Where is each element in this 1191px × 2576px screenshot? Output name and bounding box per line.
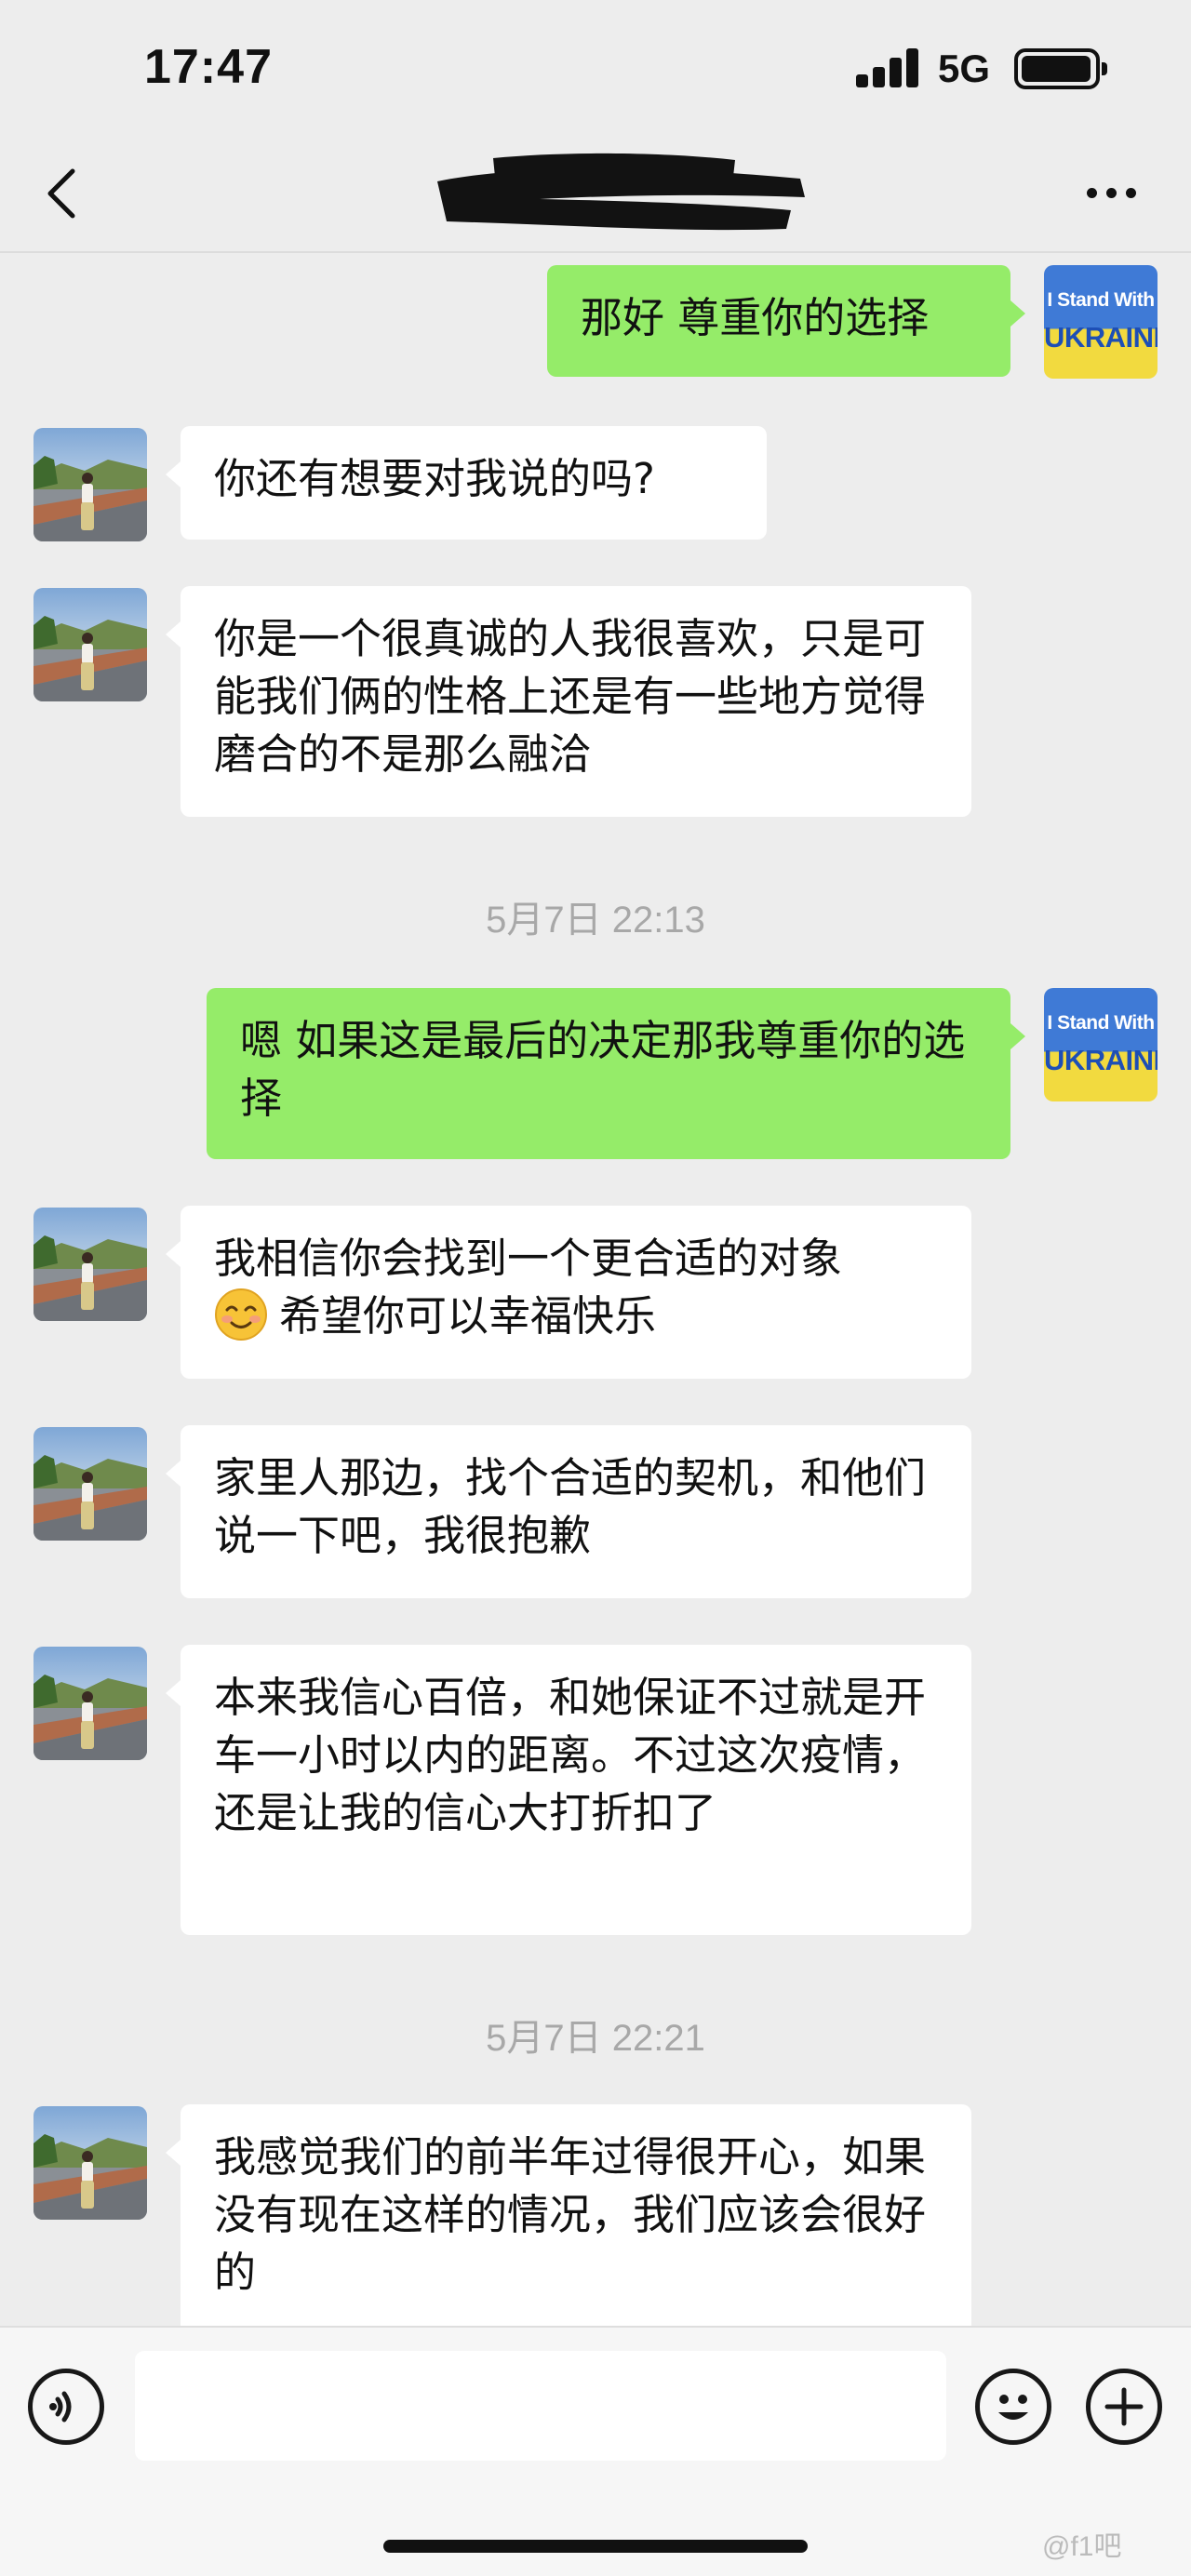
contact-avatar[interactable] bbox=[33, 428, 147, 541]
status-time: 17:47 bbox=[144, 40, 273, 94]
redaction-mark bbox=[437, 153, 805, 231]
message-bubble-outgoing[interactable]: 那好 尊重你的选择 bbox=[547, 265, 1025, 377]
plus-icon bbox=[1104, 2387, 1144, 2426]
contact-avatar[interactable] bbox=[33, 588, 147, 701]
avatar-text-line2: UKRAINE bbox=[1044, 1044, 1158, 1076]
message-bubble-incoming[interactable]: 我相信你会找到一个更合适的对象 希望你可以幸福快乐 bbox=[166, 1206, 971, 1379]
voice-icon bbox=[49, 2391, 72, 2423]
message-timestamp: 5月7日 22:21 bbox=[486, 2018, 705, 2059]
emoji-icon bbox=[998, 2395, 1028, 2420]
add-more-button[interactable] bbox=[1086, 2369, 1162, 2445]
my-avatar[interactable]: I Stand With UKRAINE bbox=[1044, 265, 1158, 379]
message-bubble-incoming[interactable]: 我感觉我们的前半年过得很开心，如果没有现在这样的情况，我们应该会很好的 bbox=[166, 2104, 971, 2337]
emoji-button[interactable] bbox=[975, 2369, 1051, 2445]
message-bubble-incoming[interactable]: 你还有想要对我说的吗? bbox=[166, 426, 767, 540]
message-timestamp: 5月7日 22:13 bbox=[486, 900, 705, 941]
message-text: 我相信你会找到一个更合适的对象 bbox=[214, 1234, 843, 1283]
smiling-face-emoji-icon bbox=[215, 1288, 267, 1341]
contact-photo-image bbox=[33, 428, 147, 541]
message-bubble-outgoing[interactable]: 嗯 如果这是最后的决定那我尊重你的选择 bbox=[207, 988, 1025, 1159]
contact-avatar[interactable] bbox=[33, 1427, 147, 1541]
contact-photo-image bbox=[33, 1647, 147, 1760]
avatar-text-line1: I Stand With bbox=[1047, 1012, 1155, 1034]
network-type: 5G bbox=[938, 47, 991, 90]
my-avatar[interactable]: I Stand With UKRAINE bbox=[1044, 988, 1158, 1101]
battery-icon bbox=[1014, 48, 1107, 89]
back-arrow-icon[interactable] bbox=[37, 160, 93, 225]
home-indicator[interactable] bbox=[383, 2540, 808, 2553]
avatar-text-line2: UKRAINE bbox=[1044, 321, 1158, 354]
contact-photo-image bbox=[33, 1427, 147, 1541]
message-bubble-incoming[interactable]: 你是一个很真诚的人我很喜欢，只是可能我们俩的性格上还是有一些地方觉得磨合的不是那… bbox=[166, 586, 971, 817]
watermark: @f1吧 bbox=[1042, 2531, 1122, 2562]
message-bubble-incoming[interactable]: 家里人那边，找个合适的契机，和他们说一下吧，我很抱歉 bbox=[166, 1425, 971, 1598]
status-bar: 17:47 5G bbox=[0, 0, 1191, 140]
avatar-text-line1: I Stand With bbox=[1047, 289, 1155, 311]
chat-header bbox=[0, 140, 1191, 253]
voice-input-button[interactable] bbox=[28, 2369, 104, 2445]
message-text: 希望你可以幸福快乐 bbox=[279, 1291, 657, 1341]
contact-photo-image bbox=[33, 588, 147, 701]
contact-photo-image bbox=[33, 2106, 147, 2220]
more-options-icon[interactable] bbox=[1079, 175, 1144, 212]
signal-strength-icon bbox=[856, 47, 921, 87]
contact-avatar[interactable] bbox=[33, 2106, 147, 2220]
chat-input-bar bbox=[0, 2326, 1191, 2576]
message-input[interactable] bbox=[135, 2351, 946, 2461]
message-bubble-incoming[interactable]: 本来我信心百倍，和她保证不过就是开车一小时以内的距离。不过这次疫情，还是让我的信… bbox=[166, 1645, 971, 1935]
contact-avatar[interactable] bbox=[33, 1208, 147, 1321]
contact-avatar[interactable] bbox=[33, 1647, 147, 1760]
contact-photo-image bbox=[33, 1208, 147, 1321]
